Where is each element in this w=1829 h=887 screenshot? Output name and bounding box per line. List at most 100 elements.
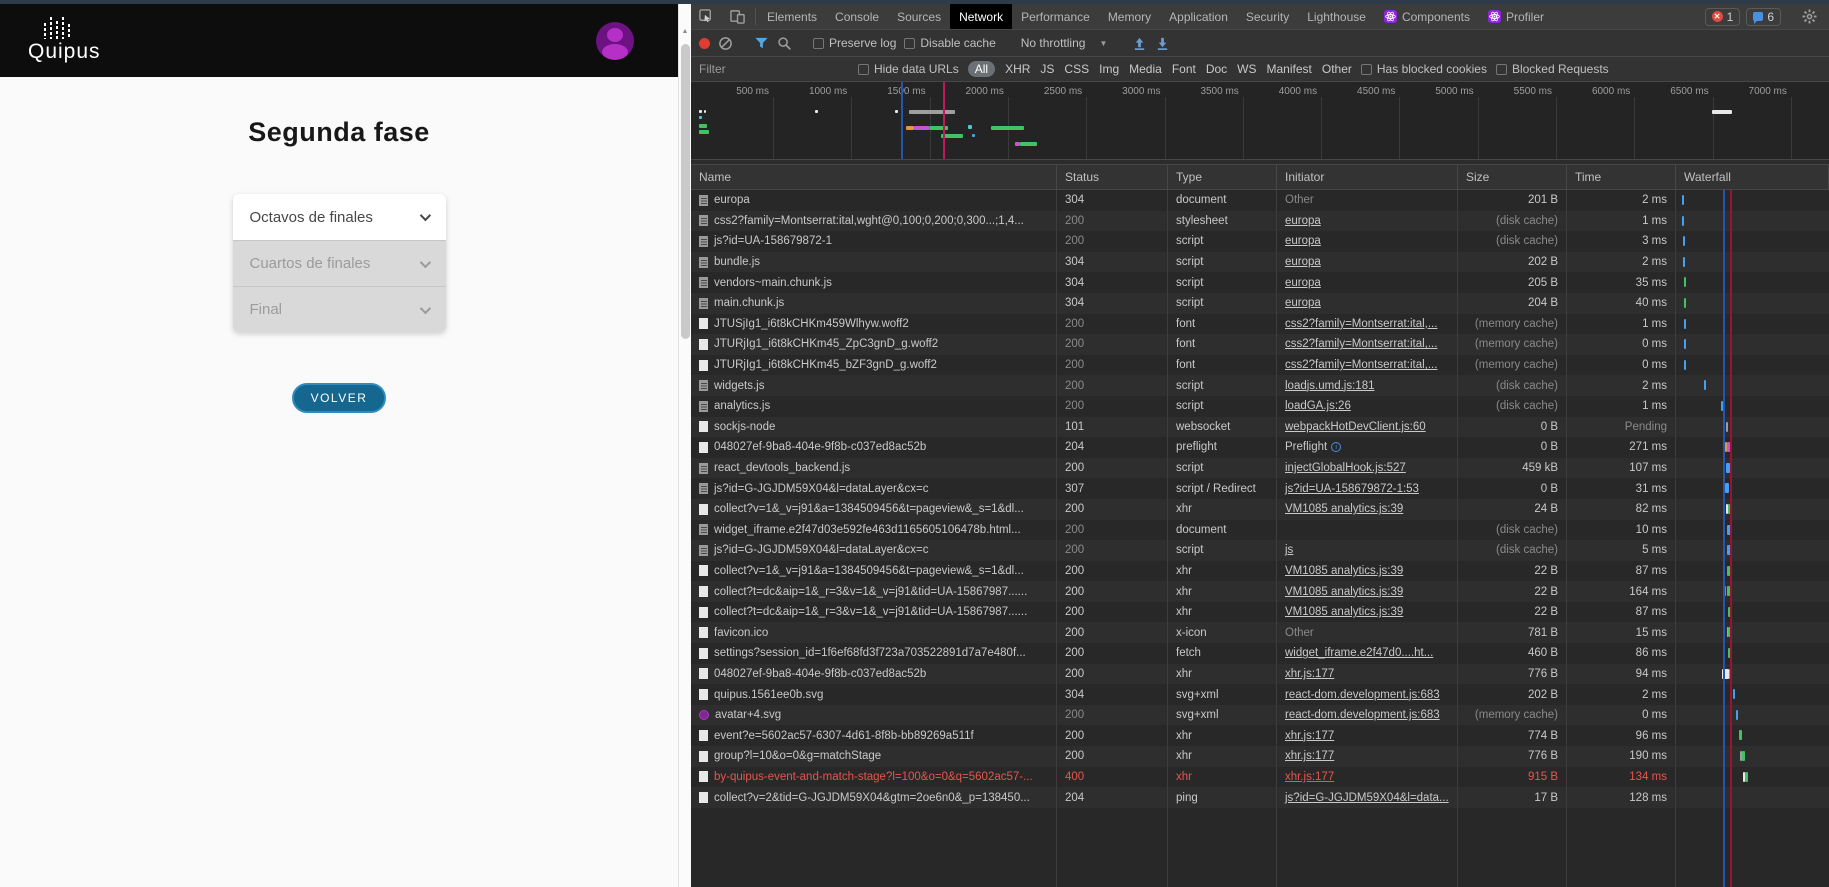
request-row[interactable]: favicon.ico200x-iconOther781 B15 ms xyxy=(691,622,1829,643)
request-row[interactable]: main.chunk.js304scripteuropa204 B40 ms xyxy=(691,293,1829,314)
column-header-name[interactable]: Name xyxy=(691,165,1057,189)
initiator-link[interactable]: widget_iframe.e2f47d0....ht... xyxy=(1285,647,1433,659)
initiator-link[interactable]: xhr.js:177 xyxy=(1285,668,1334,680)
request-row[interactable]: collect?t=dc&aip=1&_r=3&v=1&_v=j91&tid=U… xyxy=(691,581,1829,602)
type-filter-other[interactable]: Other xyxy=(1322,62,1352,76)
accordion-item-0[interactable]: Octavos de finales xyxy=(233,194,446,240)
initiator-link[interactable]: europa xyxy=(1285,215,1321,227)
tab-performance[interactable]: Performance xyxy=(1012,4,1099,29)
initiator-link[interactable]: css2?family=Montserrat:ital,... xyxy=(1285,338,1437,350)
page-scrollbar[interactable]: ▲ xyxy=(678,4,691,887)
initiator-link[interactable]: loadGA.js:26 xyxy=(1285,400,1351,412)
has-blocked-cookies-checkbox[interactable]: Has blocked cookies xyxy=(1361,62,1487,76)
request-row[interactable]: analytics.js200scriptloadGA.js:26(disk c… xyxy=(691,396,1829,417)
initiator-link[interactable]: VM1085 analytics.js:39 xyxy=(1285,565,1403,577)
initiator-link[interactable]: xhr.js:177 xyxy=(1285,771,1334,783)
inspect-element-icon[interactable] xyxy=(691,4,722,29)
filter-input[interactable] xyxy=(699,62,849,76)
request-row[interactable]: js?id=G-JGJDM59X04&l=dataLayer&cx=c200sc… xyxy=(691,540,1829,561)
tab-sources[interactable]: Sources xyxy=(888,4,950,29)
issues-badge[interactable]: 6 xyxy=(1746,8,1781,26)
record-button[interactable] xyxy=(699,38,710,49)
initiator-link[interactable]: VM1085 analytics.js:39 xyxy=(1285,586,1403,598)
column-header-initiator[interactable]: Initiator xyxy=(1277,165,1458,189)
request-row[interactable]: group?l=10&o=0&g=matchStage200xhrxhr.js:… xyxy=(691,746,1829,767)
initiator-link[interactable]: europa xyxy=(1285,277,1321,289)
tab-application[interactable]: Application xyxy=(1160,4,1237,29)
initiator-link[interactable]: js?id=G-JGJDM59X04&l=data... xyxy=(1285,792,1449,804)
hide-data-urls-checkbox[interactable]: Hide data URLs xyxy=(858,62,959,76)
column-header-type[interactable]: Type xyxy=(1168,165,1277,189)
request-row[interactable]: avatar+4.svg200svg+xmlreact-dom.developm… xyxy=(691,705,1829,726)
import-har-icon[interactable] xyxy=(1132,36,1147,51)
initiator-link[interactable]: VM1085 analytics.js:39 xyxy=(1285,606,1403,618)
export-har-icon[interactable] xyxy=(1155,36,1170,51)
request-row[interactable]: css2?family=Montserrat:ital,wght@0,100;0… xyxy=(691,211,1829,232)
initiator-link[interactable]: xhr.js:177 xyxy=(1285,750,1334,762)
initiator-link[interactable]: VM1085 analytics.js:39 xyxy=(1285,503,1403,515)
type-filter-xhr[interactable]: XHR xyxy=(1005,62,1030,76)
initiator-link[interactable]: europa xyxy=(1285,297,1321,309)
back-button[interactable]: VOLVER xyxy=(292,383,387,413)
initiator-link[interactable]: europa xyxy=(1285,256,1321,268)
type-filter-all[interactable]: All xyxy=(968,61,995,77)
tab-network[interactable]: Network xyxy=(950,4,1012,29)
clear-icon[interactable] xyxy=(718,36,733,51)
request-row[interactable]: quipus.1561ee0b.svg304svg+xmlreact-dom.d… xyxy=(691,684,1829,705)
tab-console[interactable]: Console xyxy=(826,4,888,29)
request-row[interactable]: collect?v=1&_v=j91&a=1384509456&t=pagevi… xyxy=(691,499,1829,520)
request-row[interactable]: settings?session_id=1f6ef68fd3f723a70352… xyxy=(691,643,1829,664)
blocked-requests-checkbox[interactable]: Blocked Requests xyxy=(1496,62,1609,76)
tab-profiler[interactable]: Profiler xyxy=(1479,4,1553,29)
request-row[interactable]: by-quipus-event-and-match-stage?l=100&o=… xyxy=(691,767,1829,788)
initiator-link[interactable]: webpackHotDevClient.js:60 xyxy=(1285,421,1426,433)
column-header-status[interactable]: Status xyxy=(1057,165,1168,189)
initiator-link[interactable]: xhr.js:177 xyxy=(1285,730,1334,742)
request-row[interactable]: 048027ef-9ba8-404e-9f8b-c037ed8ac52b200x… xyxy=(691,664,1829,685)
initiator-link[interactable]: react-dom.development.js:683 xyxy=(1285,709,1440,721)
type-filter-media[interactable]: Media xyxy=(1129,62,1162,76)
filter-funnel-icon[interactable] xyxy=(754,36,769,51)
scrollbar-up-arrow-icon[interactable]: ▲ xyxy=(679,28,691,35)
initiator-link[interactable]: js?id=UA-158679872-1:53 xyxy=(1285,483,1419,495)
request-row[interactable]: vendors~main.chunk.js304scripteuropa205 … xyxy=(691,272,1829,293)
request-row[interactable]: widget_iframe.e2f47d03e592fe463d11656051… xyxy=(691,520,1829,541)
tab-elements[interactable]: Elements xyxy=(758,4,826,29)
tab-lighthouse[interactable]: Lighthouse xyxy=(1298,4,1375,29)
column-header-size[interactable]: Size xyxy=(1458,165,1567,189)
request-row[interactable]: europa304documentOther201 B2 ms xyxy=(691,190,1829,211)
initiator-link[interactable]: europa xyxy=(1285,235,1321,247)
tab-security[interactable]: Security xyxy=(1237,4,1298,29)
request-row[interactable]: 048027ef-9ba8-404e-9f8b-c037ed8ac52b204p… xyxy=(691,437,1829,458)
preserve-log-checkbox[interactable]: Preserve log xyxy=(813,36,896,50)
request-row[interactable]: collect?t=dc&aip=1&_r=3&v=1&_v=j91&tid=U… xyxy=(691,602,1829,623)
request-row[interactable]: js?id=UA-158679872-1200scripteuropa(disk… xyxy=(691,231,1829,252)
scrollbar-thumb[interactable] xyxy=(681,44,690,339)
request-row[interactable]: react_devtools_backend.js200scriptinject… xyxy=(691,458,1829,479)
settings-gear-icon[interactable] xyxy=(1798,9,1821,24)
request-row[interactable]: bundle.js304scripteuropa202 B2 ms xyxy=(691,252,1829,273)
tab-memory[interactable]: Memory xyxy=(1099,4,1160,29)
initiator-link[interactable]: react-dom.development.js:683 xyxy=(1285,689,1440,701)
error-badge[interactable]: ✕ 1 xyxy=(1705,8,1741,26)
network-overview-timeline[interactable]: 500 ms1000 ms1500 ms2000 ms2500 ms3000 m… xyxy=(691,82,1829,160)
request-row[interactable]: widgets.js200scriptloadjs.umd.js:181(dis… xyxy=(691,375,1829,396)
disable-cache-checkbox[interactable]: Disable cache xyxy=(904,36,995,50)
avatar[interactable] xyxy=(596,22,634,60)
search-icon[interactable] xyxy=(777,36,792,51)
request-row[interactable]: collect?v=2&tid=G-JGJDM59X04&gtm=2oe6n0&… xyxy=(691,787,1829,808)
type-filter-manifest[interactable]: Manifest xyxy=(1267,62,1312,76)
column-header-waterfall[interactable]: Waterfall xyxy=(1676,165,1829,189)
request-row[interactable]: JTURjIg1_i6t8kCHKm45_ZpC3gnD_g.woff2200f… xyxy=(691,334,1829,355)
type-filter-doc[interactable]: Doc xyxy=(1206,62,1227,76)
request-row[interactable]: JTURjIg1_i6t8kCHKm45_bZF3gnD_g.woff2200f… xyxy=(691,355,1829,376)
request-row[interactable]: js?id=G-JGJDM59X04&l=dataLayer&cx=c307sc… xyxy=(691,478,1829,499)
initiator-link[interactable]: js xyxy=(1285,544,1293,556)
throttling-select[interactable]: No throttling ▼ xyxy=(1017,36,1112,50)
device-toolbar-icon[interactable] xyxy=(722,4,753,29)
type-filter-js[interactable]: JS xyxy=(1040,62,1054,76)
request-row[interactable]: collect?v=1&_v=j91&a=1384509456&t=pagevi… xyxy=(691,561,1829,582)
preflight-info-icon[interactable]: i xyxy=(1331,442,1341,452)
initiator-link[interactable]: loadjs.umd.js:181 xyxy=(1285,380,1375,392)
initiator-link[interactable]: injectGlobalHook.js:527 xyxy=(1285,462,1406,474)
